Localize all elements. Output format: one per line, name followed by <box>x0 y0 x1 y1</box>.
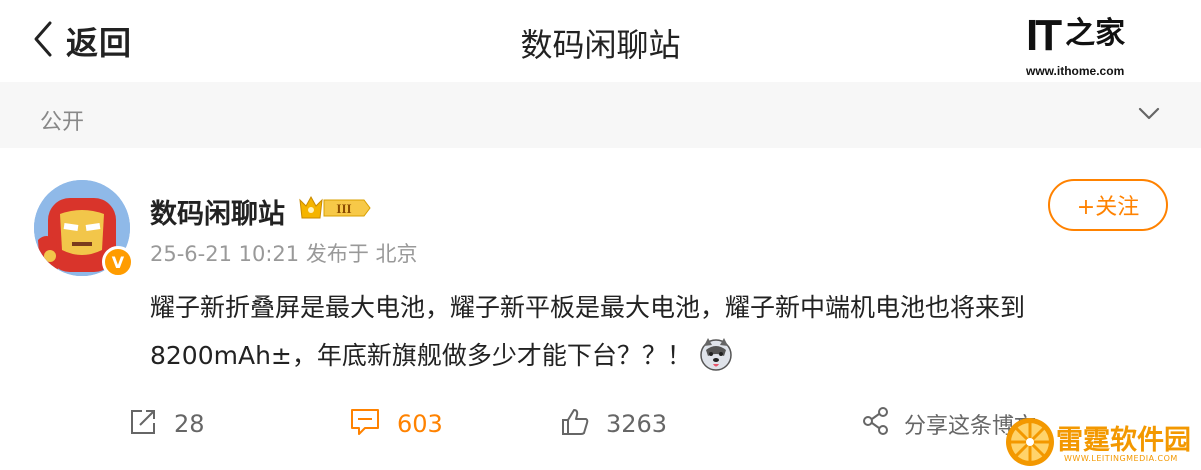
crown-rank-icon: III <box>298 194 372 222</box>
like-count: 3263 <box>606 410 668 438</box>
orange-slice-logo-icon <box>1006 418 1054 466</box>
post-meta: 25-6-21 10:21 发布于 北京 <box>150 242 418 266</box>
comment-count: 603 <box>397 410 443 438</box>
logo-it: IT <box>1026 11 1062 60</box>
visibility-bar[interactable]: 公开 <box>0 82 1201 148</box>
visibility-label: 公开 <box>40 110 85 135</box>
top-nav-bar: 返回 数码闲聊站 IT 之家 www.ithome.com <box>0 0 1201 82</box>
post-text: 耀子新折叠屏是最大电池，耀子新平板是最大电池，耀子新中端机电池也将来到8200m… <box>150 293 1026 370</box>
husky-emoji-icon <box>698 336 734 372</box>
chevron-down-icon[interactable] <box>1137 106 1161 126</box>
like-button[interactable]: 3263 <box>560 404 667 444</box>
share-icon <box>862 406 890 442</box>
comment-button[interactable]: 603 <box>349 404 443 444</box>
chevron-left-icon <box>30 19 56 63</box>
verified-badge: V <box>102 246 134 278</box>
logo-url: www.ithome.com <box>1026 64 1125 78</box>
repost-count: 28 <box>174 410 205 438</box>
watermark: 雷霆软件园 WWW.LEITINGMEDIA.COM <box>1000 412 1201 470</box>
watermark-url: WWW.LEITINGMEDIA.COM <box>1064 454 1178 463</box>
repost-icon <box>128 407 158 441</box>
thumbs-up-icon <box>560 407 590 441</box>
comment-icon <box>349 407 381 441</box>
page-title: 数码闲聊站 <box>520 26 681 64</box>
back-button[interactable]: 返回 <box>30 18 132 64</box>
repost-button[interactable]: 28 <box>128 404 205 444</box>
ithome-logo: IT 之家 www.ithome.com <box>1026 14 1146 80</box>
username[interactable]: 数码闲聊站 <box>150 192 285 231</box>
back-label: 返回 <box>66 24 133 62</box>
post-content: 耀子新折叠屏是最大电池，耀子新平板是最大电池，耀子新中端机电池也将来到8200m… <box>150 284 1160 380</box>
logo-zh: 之家 <box>1065 16 1126 51</box>
follow-button[interactable]: +关注 <box>1048 179 1168 231</box>
watermark-text: 雷霆软件园 <box>1056 425 1191 456</box>
rank-text: III <box>336 201 351 216</box>
